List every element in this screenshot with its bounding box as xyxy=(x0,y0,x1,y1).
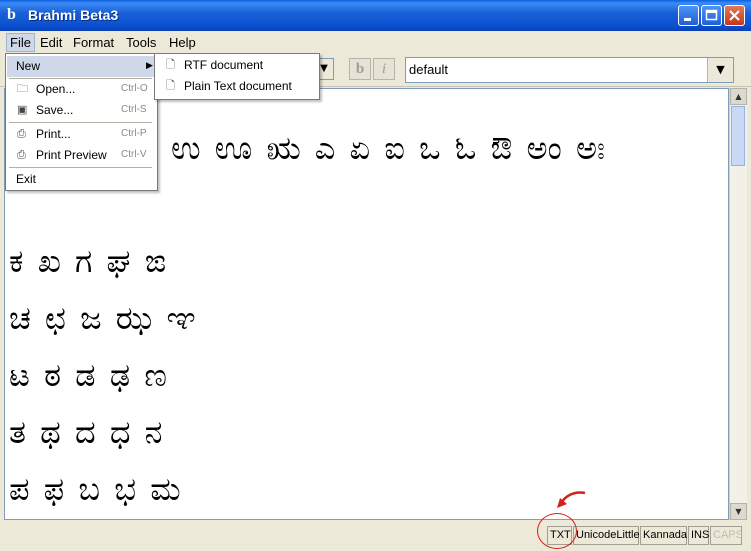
scroll-up-button[interactable]: ▲ xyxy=(730,88,747,105)
app-icon: b xyxy=(7,6,16,23)
menu-separator xyxy=(9,122,152,123)
italic-button[interactable]: i xyxy=(373,58,395,80)
title-bar[interactable]: b Brahmi Beta3 xyxy=(0,0,751,31)
menu-item-open[interactable]: 🗀 Open... Ctrl-O xyxy=(7,79,156,100)
style-combo-value: default xyxy=(409,62,449,77)
menu-item-accelerator: Ctrl-P xyxy=(121,128,147,139)
menu-separator xyxy=(9,167,152,168)
menu-item-exit[interactable]: Exit xyxy=(7,169,156,190)
status-language: Kannada xyxy=(640,526,687,545)
menu-item-accelerator: Ctrl-S xyxy=(121,104,147,115)
editor-line: ತ ಥ ದ ಧ ನ xyxy=(9,413,165,451)
menu-item-label: Save... xyxy=(36,103,74,117)
editor-line: ಚ ಛ ಜ ಝ ಞ xyxy=(9,299,198,337)
preview-icon: ⎙ xyxy=(17,149,26,161)
menu-item-new[interactable]: New ▶ xyxy=(7,56,156,77)
menu-item-label: Exit xyxy=(16,172,37,186)
annotation-circle xyxy=(537,513,577,549)
folder-icon: 🗀 xyxy=(17,83,28,95)
menu-item-label: Print Preview xyxy=(36,148,107,162)
menu-item-print-preview[interactable]: ⎙ Print Preview Ctrl-V xyxy=(7,145,156,166)
close-icon xyxy=(729,10,740,21)
close-button[interactable] xyxy=(724,5,745,26)
editor-line: ಕ ಖ ಗ ಘ ಙ xyxy=(9,242,169,280)
editor-line: ಪ ಫ ಬ ಭ ಮ xyxy=(9,470,183,508)
app-window: b Brahmi Beta3 File Edit Format Tools He… xyxy=(0,0,751,551)
chevron-down-icon[interactable]: ▼ xyxy=(707,58,733,82)
menu-tools[interactable]: Tools xyxy=(123,34,159,51)
scroll-down-button[interactable]: ▼ xyxy=(730,503,747,520)
menu-item-label: Print... xyxy=(36,127,71,141)
menu-edit[interactable]: Edit xyxy=(37,34,65,51)
status-encoding: UnicodeLittle xyxy=(573,526,640,545)
menu-help[interactable]: Help xyxy=(166,34,199,51)
maximize-icon xyxy=(705,9,718,21)
status-bar: TXT UnicodeLittle Kannada INS CAPS xyxy=(0,520,751,551)
menu-item-label: New xyxy=(16,59,41,73)
menu-item-print[interactable]: ⎙ Print... Ctrl-P xyxy=(7,124,156,145)
scroll-thumb[interactable] xyxy=(731,106,745,166)
style-combo[interactable]: default ▼ xyxy=(405,57,734,83)
floppy-icon: ▣ xyxy=(17,104,28,116)
status-insert-mode: INS xyxy=(688,526,709,545)
document-icon: 🗋 xyxy=(166,80,175,92)
vertical-scrollbar[interactable]: ▲ ▼ xyxy=(729,88,747,520)
menu-item-label: Open... xyxy=(36,82,76,96)
window-title: Brahmi Beta3 xyxy=(28,7,119,23)
document-icon: 🗋 xyxy=(166,59,175,71)
editor-line: ಟ ಠ ಡ ಢ ಣ xyxy=(9,356,169,394)
submenu-item-label: Plain Text document xyxy=(184,79,292,93)
menu-file[interactable]: File xyxy=(6,33,35,52)
annotation-arrow-icon xyxy=(557,491,586,508)
file-menu-dropdown: New ▶ 🗀 Open... Ctrl-O ▣ Save... Ctrl-S … xyxy=(5,53,158,191)
minimize-button[interactable] xyxy=(678,5,699,26)
menu-format[interactable]: Format xyxy=(70,34,117,51)
editor-line: ಉ ಊ ಋ ಎ ಏ ಐ ಒ ಓ ಔ ಅಂ ಅಃ xyxy=(171,129,608,167)
minimize-icon xyxy=(684,18,691,21)
submenu-arrow-icon: ▶ xyxy=(146,60,153,70)
menu-item-save[interactable]: ▣ Save... Ctrl-S xyxy=(7,100,156,121)
printer-icon: ⎙ xyxy=(17,128,26,140)
menu-item-accelerator: Ctrl-V xyxy=(121,149,147,160)
submenu-item-label: RTF document xyxy=(184,58,264,72)
new-submenu: 🗋 RTF document 🗋 Plain Text document xyxy=(154,53,320,100)
menu-item-accelerator: Ctrl-O xyxy=(121,83,148,94)
bold-button[interactable]: b xyxy=(349,58,371,80)
submenu-item-plain-text-document[interactable]: 🗋 Plain Text document xyxy=(156,76,318,97)
menu-bar: File Edit Format Tools Help xyxy=(0,31,751,53)
submenu-item-rtf-document[interactable]: 🗋 RTF document xyxy=(156,55,318,76)
status-caps: CAPS xyxy=(710,526,743,545)
maximize-button[interactable] xyxy=(701,5,722,26)
